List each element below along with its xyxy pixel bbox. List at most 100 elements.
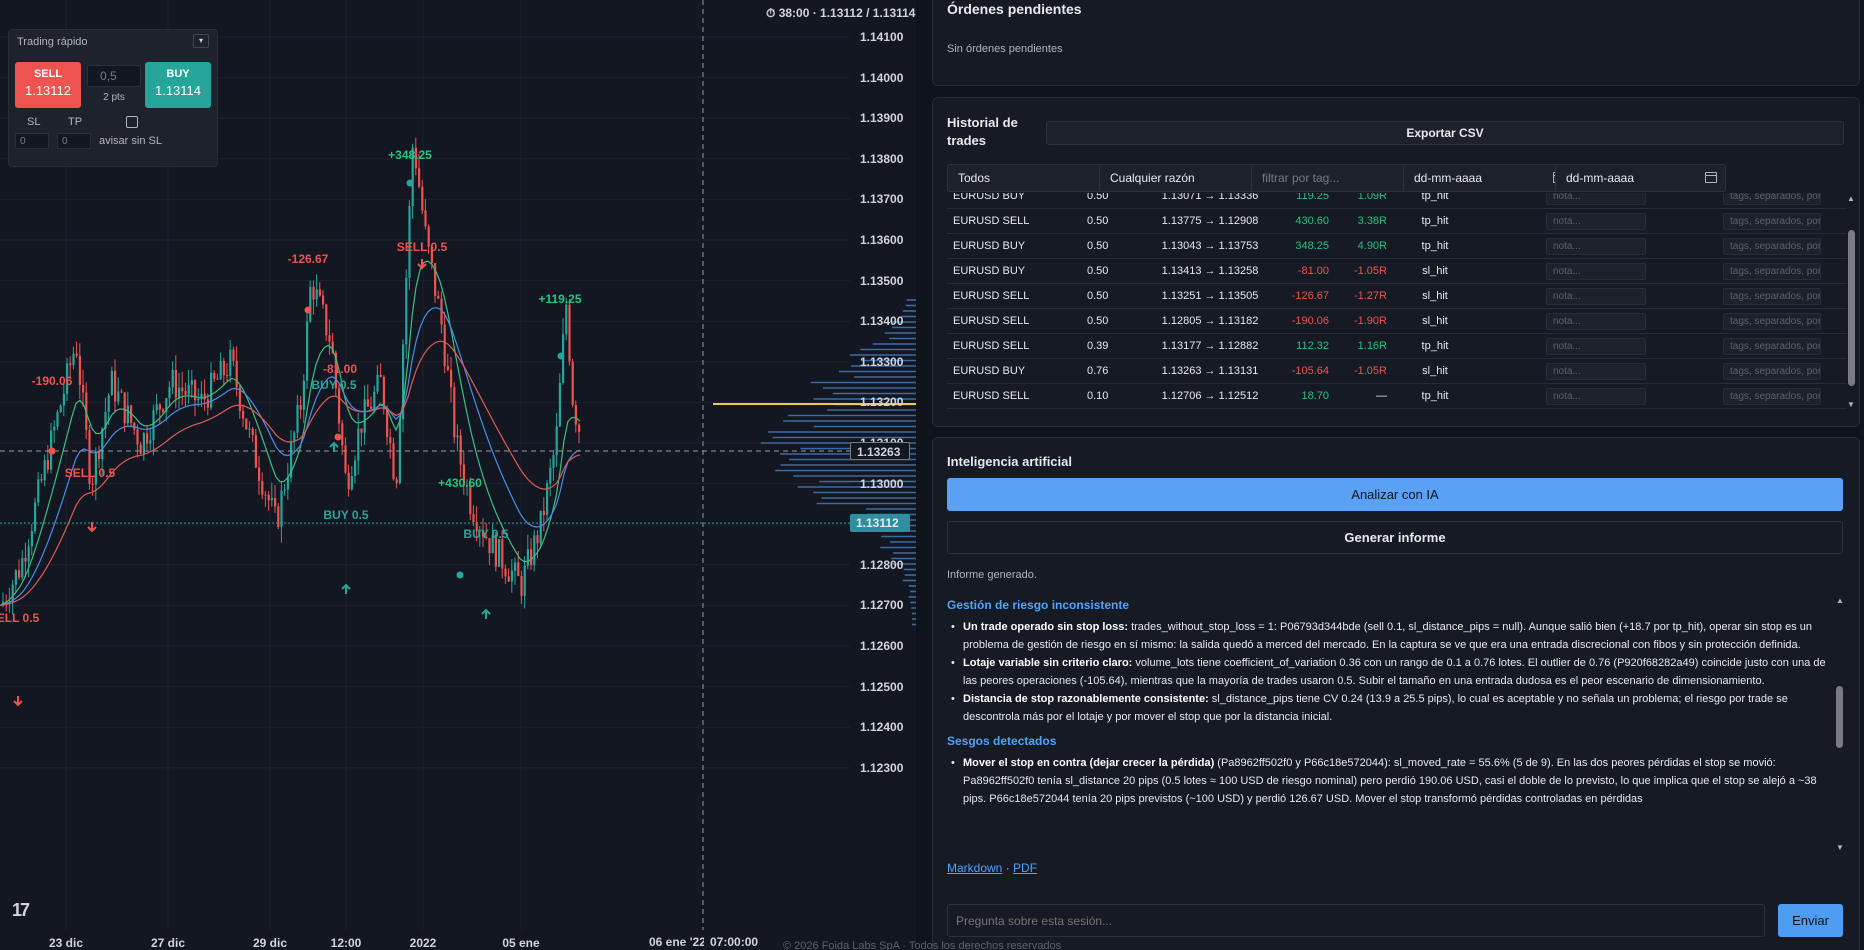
tag-filter-input[interactable]: filtrar por tag...: [1251, 164, 1422, 192]
trade-tags-input[interactable]: tags, separados, por: [1723, 213, 1821, 230]
candle-body: [155, 404, 158, 411]
generate-report-button[interactable]: Generar informe: [947, 521, 1843, 554]
tp-input[interactable]: [57, 133, 91, 149]
candle-body: [203, 393, 206, 400]
trade-tags-input[interactable]: tags, separados, por: [1723, 238, 1821, 255]
table-row[interactable]: EURUSD SELL 0.10 1.12706 → 1.12512 18.70 — tp…: [947, 384, 1847, 409]
candle-body: [123, 392, 126, 424]
markdown-link[interactable]: Markdown: [947, 861, 1002, 875]
side-filter-select[interactable]: Todos ▼: [947, 164, 1117, 192]
buy-label: BUY: [166, 68, 190, 80]
spread-points: 2 pts: [103, 92, 125, 103]
date-from-input[interactable]: dd-mm-aaaa: [1403, 164, 1574, 192]
scroll-up-arrow-icon[interactable]: ▲: [1847, 194, 1855, 203]
trade-note-input[interactable]: nota...: [1546, 193, 1646, 205]
candle-body: [571, 361, 574, 405]
time-tick-label: 2022: [409, 936, 437, 950]
lots-input[interactable]: [87, 65, 141, 87]
tradingview-logo[interactable]: 17: [12, 900, 30, 921]
time-tick-label: 12:00: [330, 936, 362, 950]
candle-body: [235, 360, 238, 388]
candle-body: [530, 549, 533, 566]
candle-body: [261, 481, 264, 495]
send-button[interactable]: Enviar: [1778, 904, 1843, 937]
trade-tags-input[interactable]: tags, separados, por: [1723, 263, 1821, 280]
scroll-down-arrow-icon[interactable]: ▼: [1836, 843, 1844, 852]
scroll-thumb[interactable]: [1848, 230, 1855, 386]
candle-body: [114, 370, 117, 402]
candle-body: [286, 477, 289, 490]
ai-report[interactable]: Gestión de riesgo inconsistente Un trade …: [947, 596, 1827, 854]
history-scrollbar[interactable]: ▲ ▼: [1845, 194, 1857, 409]
date-to-input[interactable]: dd-mm-aaaa: [1555, 164, 1726, 192]
trade-tags-input[interactable]: tags, separados, por: [1723, 388, 1821, 405]
ai-question-input[interactable]: [947, 904, 1765, 937]
pdf-link[interactable]: PDF: [1013, 861, 1037, 875]
export-csv-button[interactable]: Exportar CSV: [1046, 121, 1844, 145]
trade-note-input[interactable]: nota...: [1546, 213, 1646, 230]
analyze-with-ai-button[interactable]: Analizar con IA: [947, 478, 1843, 511]
reason-filter-value: Cualquier razón: [1110, 171, 1195, 185]
table-row[interactable]: EURUSD BUY 0.50 1.13413 → 1.13258 -81.00 -1.…: [947, 259, 1847, 284]
candle-body: [386, 409, 389, 438]
trade-tags-input[interactable]: tags, separados, por: [1723, 338, 1821, 355]
trade-lots: 0.50: [1087, 290, 1109, 302]
trade-prices: 1.13775 → 1.12908: [1161, 215, 1259, 227]
table-row[interactable]: EURUSD SELL 0.50 1.13251 → 1.13505 -126.67 -…: [947, 284, 1847, 309]
trade-tags-input[interactable]: tags, separados, por: [1723, 363, 1821, 380]
trade-note-input[interactable]: nota...: [1546, 313, 1646, 330]
trade-marker-label: BUY 0.5: [311, 378, 357, 392]
scroll-down-arrow-icon[interactable]: ▼: [1847, 400, 1855, 409]
sell-button[interactable]: SELL 1.13112: [15, 62, 81, 108]
calendar-icon[interactable]: [1705, 172, 1717, 183]
candle-body: [56, 412, 59, 427]
candle-body: [178, 387, 181, 398]
warn-no-sl-checkbox[interactable]: [126, 116, 138, 128]
sl-input[interactable]: [15, 133, 49, 149]
buy-button[interactable]: BUY 1.13114: [145, 62, 211, 108]
side-filter-value: Todos: [958, 171, 991, 185]
candle-body: [498, 539, 501, 567]
trade-tags-input[interactable]: tags, separados, por: [1723, 193, 1821, 205]
report-item-title: Lotaje variable sin criterio claro:: [963, 657, 1133, 669]
candle-body: [136, 429, 139, 445]
report-scrollbar[interactable]: ▲ ▼: [1835, 596, 1845, 852]
price-chart[interactable]: ⏱ 38:00 · 1.13112 / 1.13114 1.14100 1.140…: [0, 0, 916, 950]
trade-lots: 0.50: [1087, 215, 1109, 227]
candle-body: [578, 424, 581, 432]
candle-body: [574, 404, 577, 425]
candle-body: [549, 467, 552, 484]
trade-note-input[interactable]: nota...: [1546, 363, 1646, 380]
candle-body: [190, 380, 193, 385]
table-row[interactable]: EURUSD SELL 0.50 1.13775 → 1.12908 430.60 3.…: [947, 209, 1847, 234]
candle-body: [322, 295, 325, 305]
candle-body: [229, 349, 232, 376]
trade-symbol: EURUSD SELL: [953, 315, 1030, 327]
candle-body: [373, 391, 376, 409]
trade-lots: 0.50: [1087, 240, 1109, 252]
reason-filter-select[interactable]: Cualquier razón ▼: [1099, 164, 1270, 192]
trade-note-input[interactable]: nota...: [1546, 263, 1646, 280]
trade-tags-input[interactable]: tags, separados, por: [1723, 288, 1821, 305]
price-axis[interactable]: 1.14100 1.14000 1.13900 1.13800 1.13700 1.136…: [850, 0, 916, 950]
candle-body: [126, 405, 129, 424]
trade-note-input[interactable]: nota...: [1546, 338, 1646, 355]
trade-note-input[interactable]: nota...: [1546, 388, 1646, 405]
scroll-thumb[interactable]: [1836, 686, 1843, 748]
trade-note-input[interactable]: nota...: [1546, 238, 1646, 255]
candle-body: [389, 437, 392, 444]
scroll-up-arrow-icon[interactable]: ▲: [1836, 596, 1844, 605]
candle-body: [27, 546, 30, 562]
table-row[interactable]: EURUSD BUY 0.76 1.13263 → 1.13131 -105.64 -1…: [947, 359, 1847, 384]
trade-exit-reason: sl_hit: [1422, 365, 1448, 377]
candle-body: [328, 335, 331, 342]
table-row[interactable]: EURUSD BUY 0.50 1.13071 → 1.13336 119.25 1.0…: [947, 193, 1847, 209]
trade-note-input[interactable]: nota...: [1546, 288, 1646, 305]
candle-body: [158, 404, 161, 410]
table-row[interactable]: EURUSD SELL 0.39 1.13177 → 1.12882 112.32 1.…: [947, 334, 1847, 359]
table-row[interactable]: EURUSD SELL 0.50 1.12805 → 1.13182 -190.06 -…: [947, 309, 1847, 334]
collapse-chevron-icon[interactable]: ▾: [193, 34, 209, 48]
trade-tags-input[interactable]: tags, separados, por: [1723, 313, 1821, 330]
table-row[interactable]: EURUSD BUY 0.50 1.13043 → 1.13753 348.25 4.9…: [947, 234, 1847, 259]
candle-body: [302, 380, 305, 410]
